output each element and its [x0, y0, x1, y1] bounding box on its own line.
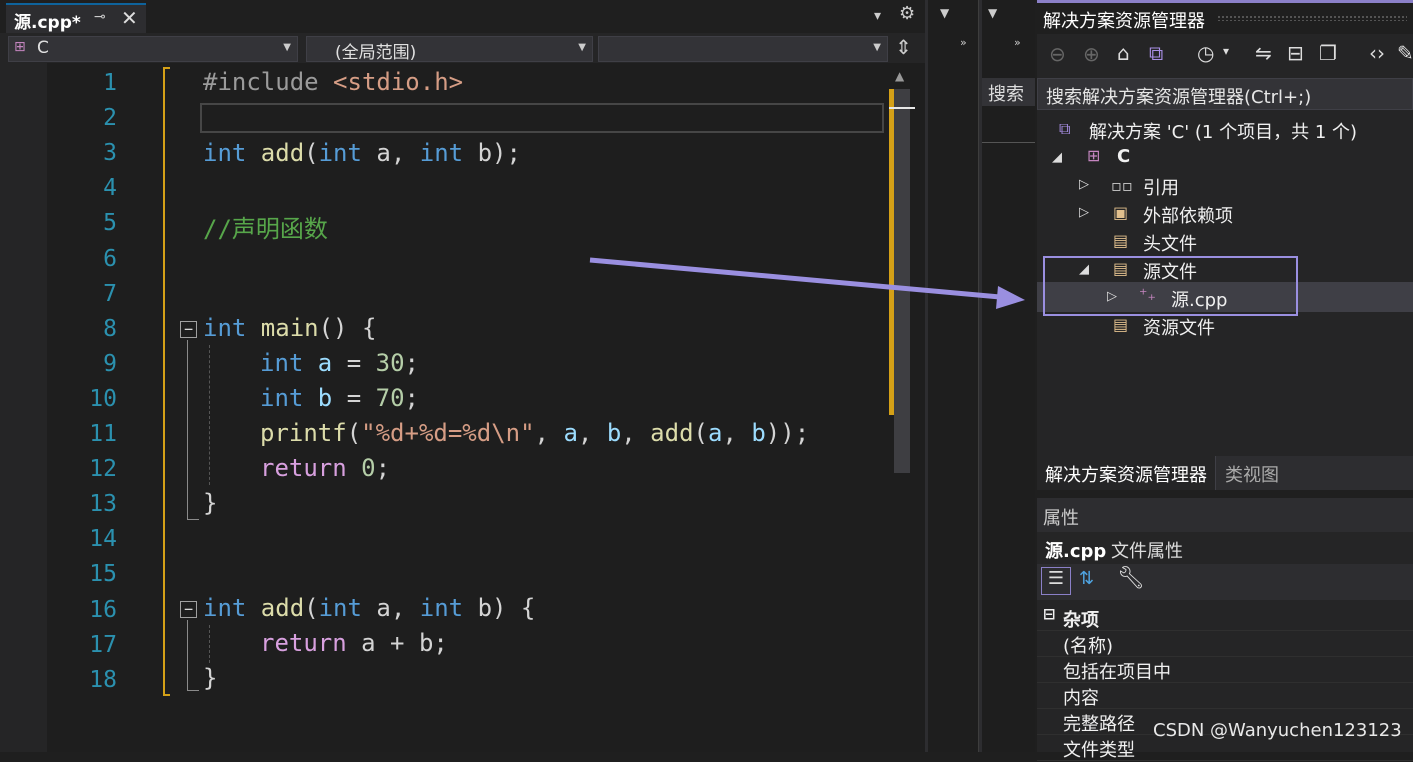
properties-panel: 属性 源.cpp 文件属性 ☰ ⇅ 🔧︎ ⊟ 杂项 (名称) 包括在项目中 内容…: [1037, 498, 1413, 761]
prop-name: 文件类型: [1063, 740, 1135, 761]
properties-title: 属性: [1043, 508, 1079, 529]
arrow-shaft: [589, 257, 1001, 300]
prop-row[interactable]: (名称): [1037, 630, 1413, 657]
prop-name: 包括在项目中: [1063, 662, 1171, 683]
subject-kind: 文件属性: [1111, 541, 1183, 562]
categorized-icon[interactable]: ☰: [1041, 567, 1071, 595]
collapse-icon[interactable]: ⊟: [1043, 605, 1056, 623]
arrow-head: [996, 286, 1025, 309]
properties-title-bar: 属性: [1037, 498, 1413, 532]
prop-name: 内容: [1063, 688, 1099, 709]
prop-name: (名称): [1063, 636, 1114, 657]
prop-name: 完整路径: [1063, 714, 1135, 735]
properties-toolbar: ☰ ⇅ 🔧︎: [1037, 564, 1413, 600]
subject-name: 源.cpp: [1045, 541, 1107, 562]
prop-row[interactable]: 内容: [1037, 682, 1413, 709]
properties-subject: 源.cpp 文件属性: [1037, 534, 1413, 564]
category-misc[interactable]: ⊟ 杂项: [1037, 604, 1413, 631]
alphabetical-icon[interactable]: ⇅: [1079, 568, 1094, 589]
category-label: 杂项: [1063, 610, 1099, 631]
property-pages-icon[interactable]: 🔧︎: [1117, 566, 1145, 591]
watermark: CSDN @Wanyuchen123123: [1153, 720, 1402, 741]
prop-row[interactable]: 包括在项目中: [1037, 656, 1413, 683]
